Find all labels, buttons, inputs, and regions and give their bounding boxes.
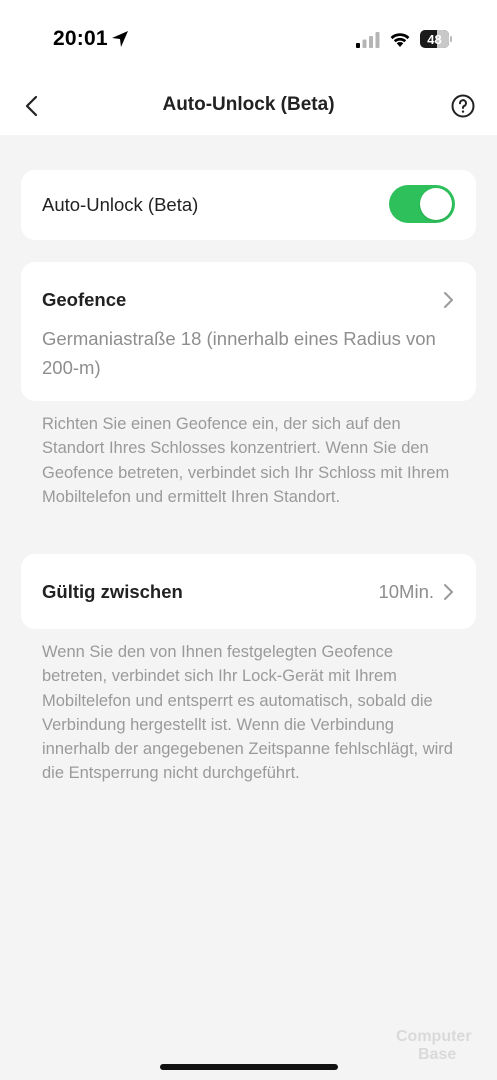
auto-unlock-toggle[interactable] [389, 185, 455, 223]
home-indicator[interactable] [160, 1064, 338, 1070]
cellular-signal-icon [356, 32, 380, 48]
valid-between-title: Gültig zwischen [42, 581, 183, 602]
nav-bar: Auto-Unlock (Beta) [0, 80, 497, 135]
chevron-right-icon [444, 292, 453, 308]
page-title: Auto-Unlock (Beta) [162, 94, 335, 115]
toggle-knob [420, 188, 452, 220]
question-circle-icon[interactable] [450, 93, 476, 119]
location-arrow-icon [112, 31, 128, 47]
watermark-line2: Base [418, 1046, 457, 1063]
status-time: 20:01 [53, 27, 108, 50]
battery-cap [450, 36, 452, 42]
valid-between-card[interactable]: Gültig zwischen 10Min. [21, 554, 476, 629]
watermark-line1: Computer [396, 1028, 472, 1045]
geofence-description: Richten Sie einen Geofence ein, der sich… [42, 415, 450, 506]
status-bar: 20:01 48 [0, 0, 497, 80]
chevron-right-icon [444, 584, 453, 600]
valid-between-description: Wenn Sie den von Ihnen festgelegten Geof… [42, 643, 453, 783]
auto-unlock-card: Auto-Unlock (Beta) [21, 170, 476, 240]
auto-unlock-label: Auto-Unlock (Beta) [42, 194, 199, 215]
watermark-logo: Computer Base [388, 1025, 488, 1069]
geofence-title: Geofence [42, 289, 127, 310]
battery-level: 48 [427, 31, 442, 47]
valid-between-value: 10Min. [378, 581, 434, 602]
battery-icon: 48 [420, 30, 452, 48]
geofence-address: Germaniastraße 18 (innerhalb eines Radiu… [42, 328, 436, 378]
geofence-card[interactable]: Geofence Germaniastraße 18 (innerhalb ei… [21, 262, 476, 401]
wifi-icon [390, 33, 410, 47]
